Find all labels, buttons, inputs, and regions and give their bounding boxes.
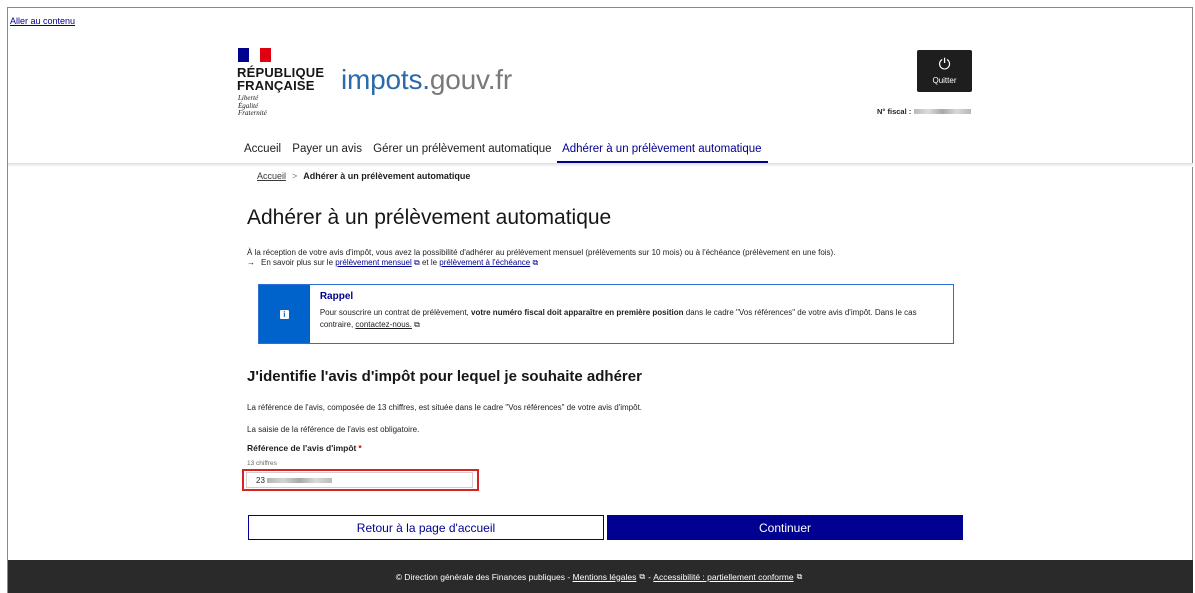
- intro-prefix: En savoir plus sur le: [261, 258, 334, 267]
- arrow-right-icon: →: [247, 258, 255, 267]
- breadcrumb-current: Adhérer à un prélèvement automatique: [303, 171, 471, 181]
- reference-input[interactable]: 23: [246, 472, 473, 488]
- reference-field-hint: 13 chiffres: [247, 460, 277, 467]
- required-asterisk: *: [358, 443, 362, 453]
- callout-text-bold: votre numéro fiscal doit apparaître en p…: [471, 308, 684, 317]
- skip-to-content-link[interactable]: Aller au contenu: [10, 16, 75, 26]
- contact-link[interactable]: contactez-nous.: [355, 320, 411, 329]
- prelevement-mensuel-link[interactable]: prélèvement mensuel: [335, 258, 411, 267]
- intro-line2: → En savoir plus sur le prélèvement mensu…: [247, 258, 835, 268]
- french-flag-logo: [238, 48, 271, 62]
- quit-label: Quitter: [932, 76, 957, 85]
- external-link-icon: ⧉: [639, 571, 646, 581]
- callout-icon-column: i: [259, 285, 310, 343]
- info-icon: i: [279, 309, 289, 319]
- legal-notice-link[interactable]: Mentions légales: [573, 572, 637, 582]
- fiscal-number: N° fiscal :: [877, 107, 972, 116]
- nav-item-accueil[interactable]: Accueil: [244, 143, 281, 155]
- site-title-link[interactable]: impots.gouv.fr: [341, 64, 512, 96]
- quit-button[interactable]: ⏻ Quitter: [917, 50, 972, 92]
- external-link-icon: ⧉: [796, 571, 803, 581]
- reference-label-text: Référence de l'avis d'impôt: [247, 443, 357, 453]
- breadcrumb-home-link[interactable]: Accueil: [257, 171, 286, 181]
- footer-copyright: © Direction générale des Finances publiq…: [395, 571, 571, 582]
- site-title-suffix: gouv.fr: [429, 64, 512, 95]
- reminder-callout: i Rappel Pour souscrire un contrat de pr…: [258, 284, 954, 344]
- devise-fraternite: Fraternité: [238, 109, 267, 117]
- footer: © Direction générale des Finances publiq…: [8, 560, 1193, 593]
- fiscal-number-redacted: [914, 109, 972, 114]
- external-link-icon: ⧉: [413, 258, 420, 267]
- nav-divider: [8, 163, 1193, 167]
- continue-button[interactable]: Continuer: [607, 515, 963, 540]
- nav-item-adherer[interactable]: Adhérer à un prélèvement automatique: [562, 143, 761, 155]
- devise: Liberté Égalité Fraternité: [238, 94, 267, 118]
- intro-text: À la réception de votre avis d'impôt, vo…: [247, 248, 835, 268]
- reference-input-redacted: [266, 477, 332, 483]
- external-link-icon: ⧉: [532, 258, 539, 267]
- reference-description: La référence de l'avis, composée de 13 c…: [247, 403, 643, 412]
- intro-line1: À la réception de votre avis d'impôt, vo…: [247, 248, 836, 257]
- reference-input-value: 23: [256, 475, 265, 485]
- logo-line-francaise: FRANÇAISE: [237, 78, 315, 93]
- nav-item-payer[interactable]: Payer un avis: [292, 143, 362, 155]
- callout-body: Rappel Pour souscrire un contrat de prél…: [310, 285, 953, 343]
- fiscal-number-label: N° fiscal :: [877, 107, 912, 116]
- nav-item-gerer[interactable]: Gérer un prélèvement automatique: [373, 143, 551, 155]
- external-link-icon: ⧉: [414, 320, 420, 329]
- callout-text-before: Pour souscrire un contrat de prélèvement…: [319, 308, 469, 317]
- accessibility-link[interactable]: Accessibilité : partiellement conforme: [653, 572, 793, 582]
- breadcrumb-separator: >: [292, 171, 298, 181]
- site-title-main: impots.: [341, 64, 430, 95]
- callout-text: Pour souscrire un contrat de prélèvement…: [320, 307, 943, 331]
- power-icon: ⏻: [938, 56, 951, 73]
- prelevement-echeance-link[interactable]: prélèvement à l'échéance: [439, 258, 530, 267]
- intro-between: et le: [421, 258, 438, 267]
- breadcrumb: Accueil > Adhérer à un prélèvement automat…: [257, 171, 470, 181]
- section-title: J'identifie l'avis d'impôt pour lequel j…: [247, 368, 642, 385]
- footer-separator: -: [648, 571, 651, 582]
- republique-francaise-logo: RÉPUBLIQUE FRANÇAISE: [237, 66, 324, 92]
- reference-field-label: Référence de l'avis d'impôt *: [247, 443, 362, 453]
- page-title: Adhérer à un prélèvement automatique: [247, 206, 612, 229]
- main-nav: Accueil Payer un avis Gérer un prélèveme…: [244, 143, 770, 155]
- back-home-button[interactable]: Retour à la page d'accueil: [248, 515, 604, 540]
- callout-title: Rappel: [319, 291, 354, 302]
- required-notice: La saisie de la référence de l'avis est …: [247, 425, 420, 434]
